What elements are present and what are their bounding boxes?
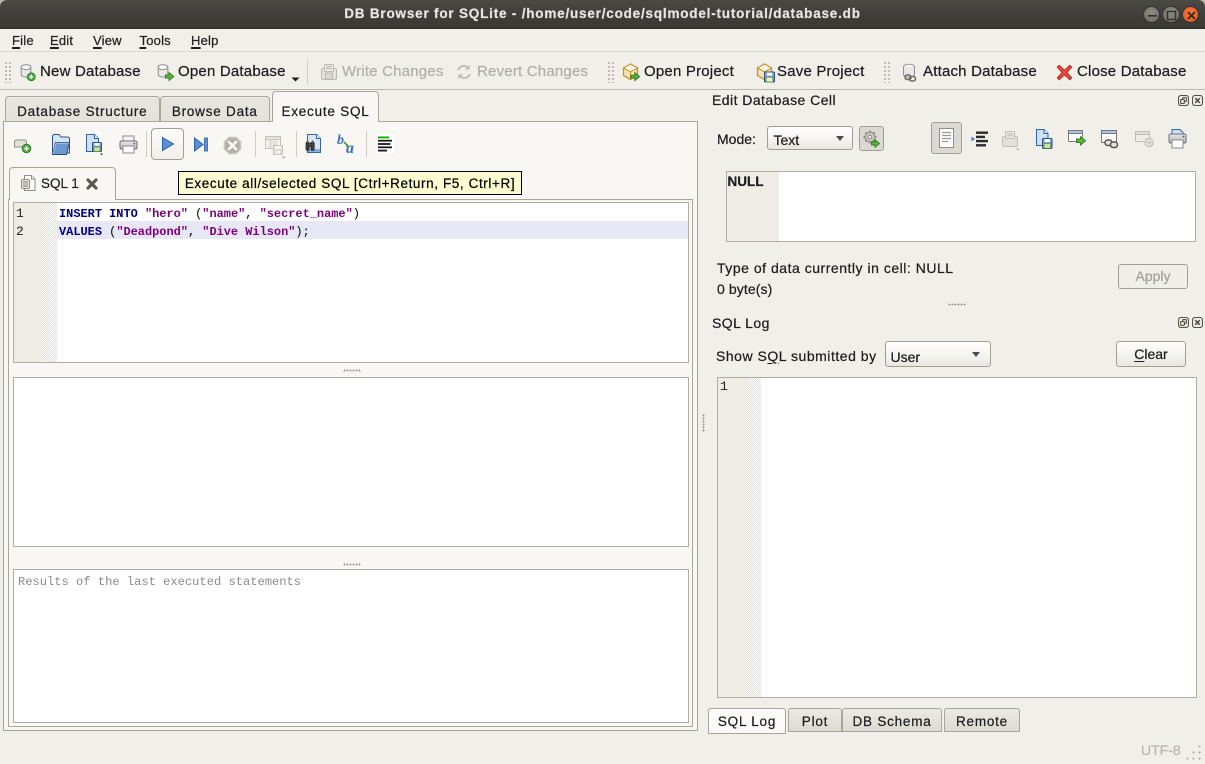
svg-text:b: b [337, 133, 344, 148]
svg-text:a: a [346, 140, 354, 154]
